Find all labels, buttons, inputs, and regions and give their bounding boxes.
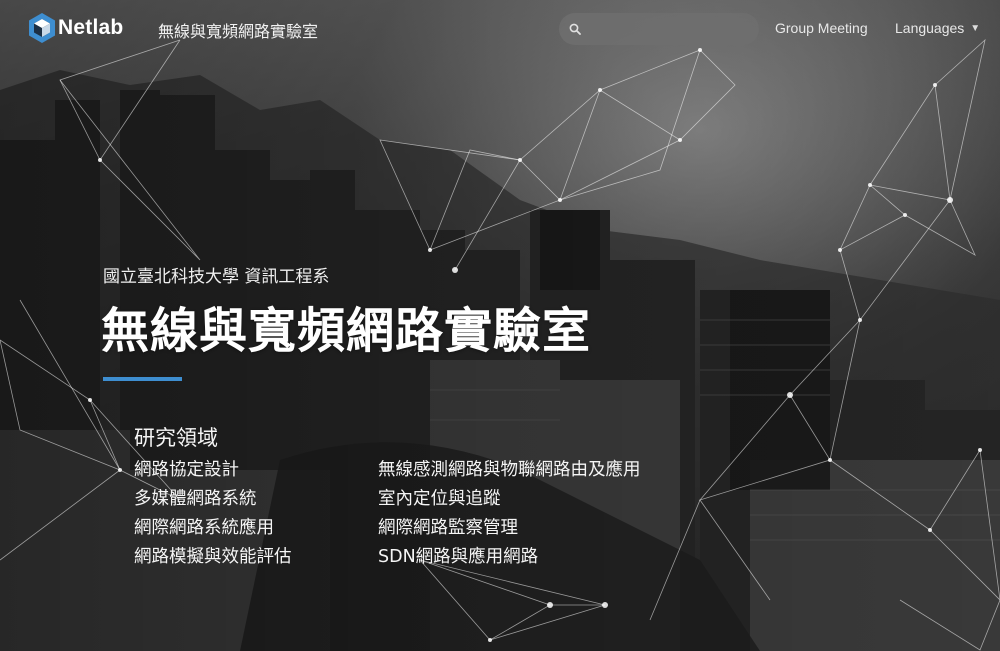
research-list-right: 無線感測網路與物聯網路由及應用 室內定位與追蹤 網際網路監察管理 SDN網路與應… [378, 456, 641, 572]
research-heading: 研究領域 [134, 426, 218, 450]
research-item: 網際網路監察管理 [378, 518, 518, 538]
department-name: 國立臺北科技大學 資訊工程系 [103, 267, 330, 287]
hexagon-cube-icon [29, 13, 55, 43]
brand-subtitle: 無線與寬頻網路實驗室 [158, 22, 319, 41]
nav-languages-dropdown[interactable]: Languages ▼ [895, 20, 980, 36]
brand-logo-link[interactable]: Netlab [28, 12, 123, 44]
top-navbar: Netlab 無線與寬頻網路實驗室 Group Meeting Language… [0, 0, 1000, 60]
research-item: SDN網路與應用網路 [378, 547, 539, 567]
search-icon [569, 23, 581, 35]
research-item: 多媒體網路系統 [134, 489, 257, 509]
search-input[interactable] [589, 21, 749, 37]
research-list-left: 網路協定設計 多媒體網路系統 網際網路系統應用 網路模擬與效能評估 [134, 456, 292, 572]
research-item: 無線感測網路與物聯網路由及應用 [378, 460, 641, 480]
research-item: 網路模擬與效能評估 [134, 547, 292, 567]
research-item: 室內定位與追蹤 [378, 489, 501, 509]
search-box[interactable] [559, 13, 759, 45]
page-title: 無線與寬頻網路實驗室 [101, 303, 592, 359]
title-accent-bar [103, 377, 182, 381]
nav-languages-label: Languages [895, 20, 965, 36]
nav-group-meeting[interactable]: Group Meeting [775, 20, 868, 36]
caret-down-icon: ▼ [970, 22, 981, 34]
brand-name: Netlab [58, 16, 124, 39]
research-item: 網際網路系統應用 [134, 518, 274, 538]
research-item: 網路協定設計 [134, 460, 239, 480]
